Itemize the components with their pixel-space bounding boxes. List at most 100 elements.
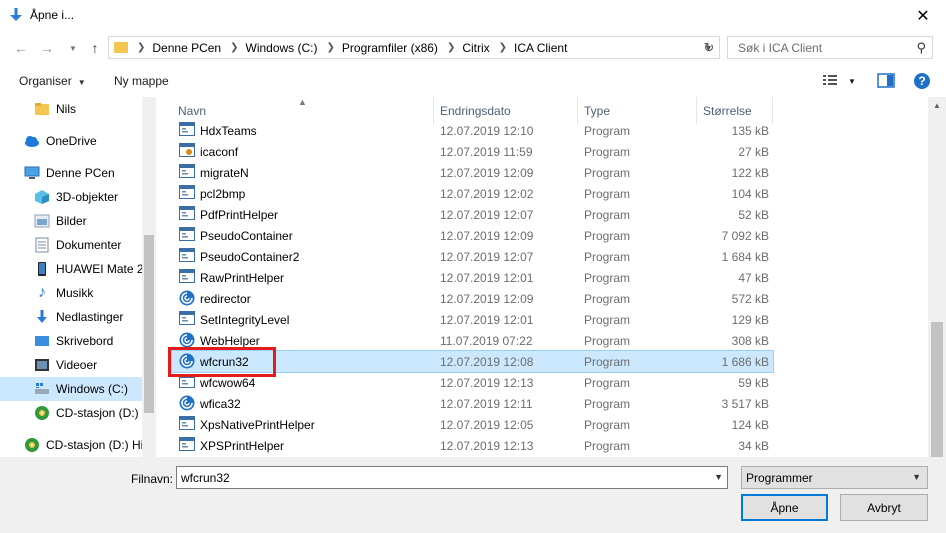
nav-item-3d-objects[interactable]: 3D-objekter (0, 185, 142, 209)
file-row[interactable]: PseudoContainer 12.07.2019 12:09 Program 7 … (172, 225, 773, 246)
filename-input[interactable]: wfcrun32 ▼ (176, 466, 728, 489)
file-row[interactable]: HdxTeams 12.07.2019 12:10 Program 135 kB (172, 120, 773, 141)
file-row[interactable]: migrateN 12.07.2019 12:09 Program 122 kB (172, 162, 773, 183)
nav-item-label: 3D-objekter (56, 190, 119, 204)
nav-item-onedrive[interactable]: OneDrive (0, 129, 142, 153)
file-type: Program (584, 229, 631, 243)
nav-item-windows-c[interactable]: Windows (C:) (0, 377, 142, 401)
file-type: Program (584, 334, 631, 348)
address-bar[interactable]: ❯ Denne PCen ❯ Windows (C:) ❯ Programfiler … (108, 36, 720, 59)
file-date: 12.07.2019 12:07 (440, 250, 534, 264)
nav-item-cd-drive[interactable]: CD-stasjon (D:) Hi (0, 433, 142, 457)
nav-item-cd-drive[interactable]: CD-stasjon (D:) Hi (0, 401, 142, 425)
up-arrow-icon[interactable]: ↑ (86, 39, 104, 57)
organize-button[interactable]: Organiser ▼ (19, 74, 86, 88)
file-date: 12.07.2019 11:59 (440, 145, 533, 159)
file-type-filter[interactable]: Programmer ▼ (741, 466, 928, 489)
view-options-icon[interactable] (822, 73, 840, 87)
window-icon (179, 269, 195, 285)
file-row[interactable]: wfica32 12.07.2019 12:11 Program 3 517 kB (172, 393, 773, 414)
file-type: Program (584, 376, 631, 390)
nav-item-documents[interactable]: Dokumenter (0, 233, 142, 257)
close-button[interactable]: ✕ (900, 0, 946, 31)
breadcrumb-item[interactable]: ❯ Windows (C:) (221, 41, 317, 55)
file-size: 129 kB (731, 313, 769, 327)
nav-item-huawei[interactable]: HUAWEI Mate 20 (0, 257, 142, 281)
file-size: 47 kB (738, 271, 769, 285)
nav-item-label: CD-stasjon (D:) Hi (56, 406, 142, 420)
window-icon (179, 437, 195, 453)
file-row[interactable]: PdfPrintHelper 12.07.2019 12:07 Program 52 … (172, 204, 773, 225)
scroll-thumb[interactable] (144, 235, 154, 413)
file-date: 12.07.2019 12:08 (440, 355, 534, 369)
file-type: Program (584, 124, 631, 138)
navigation-pane: Nils OneDrive Denne PCen 3D-objekter Bil… (0, 97, 156, 457)
file-size: 308 kB (731, 334, 769, 348)
file-row[interactable]: redirector 12.07.2019 12:09 Program 572 kB (172, 288, 773, 309)
nav-item-nils[interactable]: Nils (0, 97, 142, 121)
file-type: Program (584, 439, 631, 453)
file-date: 12.07.2019 12:07 (440, 208, 534, 222)
file-size: 135 kB (731, 124, 769, 138)
file-row[interactable]: XpsNativePrintHelper 12.07.2019 12:05 Prog… (172, 414, 773, 435)
new-folder-button[interactable]: Ny mappe (114, 74, 169, 88)
file-date: 12.07.2019 12:09 (440, 292, 534, 306)
breadcrumb-item[interactable]: ❯ Citrix (438, 41, 490, 55)
file-size: 52 kB (738, 208, 769, 222)
svg-text:?: ? (918, 74, 925, 88)
scroll-up-icon[interactable]: ▲ (928, 97, 946, 114)
nav-item-label: Windows (C:) (56, 382, 129, 396)
recent-locations-chevron-icon[interactable]: ▼ (64, 39, 82, 57)
cancel-button[interactable]: Avbryt (840, 494, 928, 521)
window-icon (179, 185, 195, 201)
nav-item-label: HUAWEI Mate 20 (56, 262, 142, 276)
file-size: 124 kB (731, 418, 769, 432)
window-icon (179, 227, 195, 243)
file-type: Program (584, 313, 631, 327)
preview-pane-icon[interactable] (877, 73, 895, 88)
computer-icon (24, 165, 40, 181)
nav-item-pictures[interactable]: Bilder (0, 209, 142, 233)
scroll-thumb[interactable] (931, 322, 943, 457)
back-arrow-icon[interactable]: ← (12, 39, 30, 57)
forward-arrow-icon[interactable]: → (38, 39, 56, 57)
file-date: 12.07.2019 12:02 (440, 187, 534, 201)
search-input[interactable]: Søk i ICA Client ⚲ (727, 36, 933, 59)
nav-item-label: Videoer (56, 358, 98, 372)
help-icon[interactable]: ? (913, 72, 931, 90)
file-date: 12.07.2019 12:13 (440, 439, 534, 453)
nav-item-label: Denne PCen (46, 166, 115, 180)
breadcrumb-item[interactable]: ❯ ICA Client (490, 41, 568, 55)
search-icon: ⚲ (916, 40, 926, 55)
nav-pane-scrollbar[interactable] (142, 97, 156, 457)
nav-item-music[interactable]: ♪ Musikk (0, 281, 142, 305)
open-button[interactable]: Åpne (741, 494, 828, 521)
file-list-scrollbar[interactable]: ▲ (928, 97, 946, 457)
file-name: redirector (200, 292, 251, 306)
nav-item-desktop[interactable]: Skrivebord (0, 329, 142, 353)
file-row[interactable]: PseudoContainer2 12.07.2019 12:07 Program 1… (172, 246, 773, 267)
view-dropdown-icon[interactable]: ▼ (848, 77, 856, 86)
citrix-icon (179, 290, 195, 306)
file-name: WebHelper (200, 334, 260, 348)
breadcrumb-item[interactable]: ❯ Programfiler (x86) (318, 41, 438, 55)
file-name: wfica32 (200, 397, 241, 411)
nav-item-videos[interactable]: Videoer (0, 353, 142, 377)
window-icon (179, 416, 195, 432)
refresh-icon[interactable]: ↻ (699, 36, 720, 59)
nav-item-this-pc[interactable]: Denne PCen (0, 161, 142, 185)
file-row[interactable]: SetIntegrityLevel 12.07.2019 12:01 Program… (172, 309, 773, 330)
file-row[interactable]: RawPrintHelper 12.07.2019 12:01 Program 47 … (172, 267, 773, 288)
file-size: 1 686 kB (721, 355, 769, 369)
chevron-down-icon[interactable]: ▼ (912, 472, 921, 482)
nav-item-downloads[interactable]: Nedlastinger (0, 305, 142, 329)
file-row[interactable]: icaconf 12.07.2019 11:59 Program 27 kB (172, 141, 773, 162)
chevron-down-icon[interactable]: ▼ (714, 472, 723, 482)
file-type: Program (584, 187, 631, 201)
file-date: 12.07.2019 12:10 (440, 124, 534, 138)
file-date: 12.07.2019 12:09 (440, 166, 534, 180)
breadcrumb-item[interactable]: ❯ Denne PCen (128, 41, 221, 55)
file-name: XPSPrintHelper (200, 439, 285, 453)
file-row[interactable]: pcl2bmp 12.07.2019 12:02 Program 104 kB (172, 183, 773, 204)
file-row[interactable]: XPSPrintHelper 12.07.2019 12:13 Program 34 … (172, 435, 773, 456)
